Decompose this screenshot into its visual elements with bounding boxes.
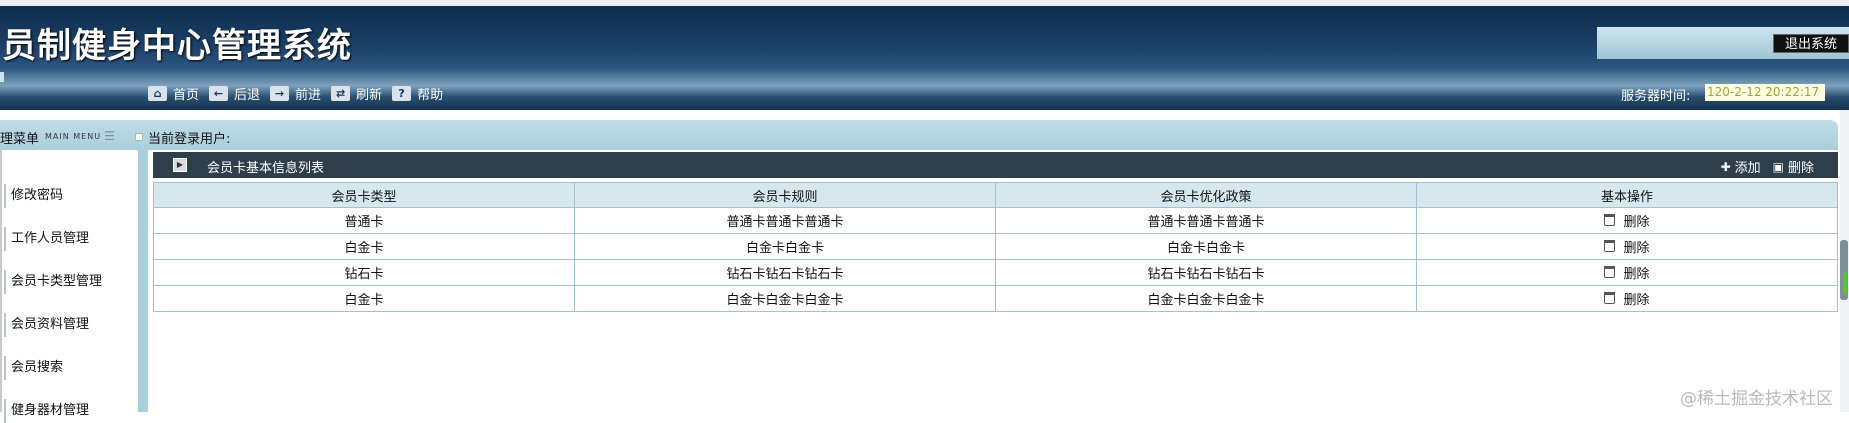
row-delete-label: 删除 — [1623, 214, 1650, 230]
table-row: 钻石卡 钻石卡钻石卡钻石卡 钻石卡钻石卡钻石卡 删除 — [153, 259, 1838, 286]
operation-cell: 删除 — [1416, 233, 1838, 260]
sidebar-item-equipment[interactable]: 健身器材管理 — [4, 399, 145, 423]
toolbar-refresh[interactable]: ⇄ 刷新 — [331, 84, 382, 103]
sidebar-item-member-profiles[interactable]: 会员资料管理 — [4, 313, 145, 337]
card-policy-cell: 白金卡白金卡白金卡 — [995, 285, 1417, 312]
row-delete-label: 删除 — [1623, 240, 1650, 256]
operation-cell: 删除 — [1416, 207, 1838, 234]
card-rule-cell: 钻石卡钻石卡钻石卡 — [574, 259, 996, 286]
sidebar-item-card-types[interactable]: 会员卡类型管理 — [4, 270, 145, 294]
sidebar-item-member-search[interactable]: 会员搜索 — [4, 356, 145, 380]
trash-icon — [1604, 292, 1616, 305]
column-header: 会员卡优化政策 — [995, 182, 1417, 208]
toolbar-forward[interactable]: → 前进 — [270, 84, 321, 103]
toolbar-home-label: 首页 — [173, 87, 200, 103]
current-user-label: 当前登录用户: — [148, 132, 231, 147]
sidebar-rail — [138, 150, 148, 412]
table-header-row: 会员卡类型 会员卡规则 会员卡优化政策 基本操作 — [153, 182, 1838, 208]
row-delete-button[interactable]: 删除 — [1604, 211, 1650, 230]
panel-actions: ✚ 添加 ▣ 删除 — [1720, 157, 1814, 177]
bullet-icon — [135, 133, 143, 141]
logout-button[interactable]: 退出系统 — [1773, 34, 1849, 53]
add-label: 添加 — [1734, 161, 1761, 176]
table-row: 白金卡 白金卡白金卡白金卡 白金卡白金卡白金卡 删除 — [153, 285, 1838, 312]
app-title: 员制健身中心管理系统 — [2, 26, 352, 66]
refresh-icon: ⇄ — [331, 85, 351, 101]
toolbar-home[interactable]: ⌂ 首页 — [148, 84, 199, 103]
toolbar-back[interactable]: ← 后退 — [209, 84, 260, 103]
card-policy-cell: 普通卡普通卡普通卡 — [995, 207, 1417, 234]
header-marker — [0, 72, 4, 82]
trash-icon — [1604, 214, 1616, 227]
menu-title-en: MAIN MENU — [45, 132, 102, 141]
card-types-table: 会员卡类型 会员卡规则 会员卡优化政策 基本操作 普通卡 普通卡普通卡普通卡 普… — [153, 182, 1838, 312]
delete-button[interactable]: ▣ 删除 — [1772, 157, 1814, 177]
card-type-cell: 白金卡 — [153, 233, 575, 260]
trash-icon — [1604, 240, 1616, 253]
delete-icon: ▣ — [1772, 159, 1784, 174]
toolbar-refresh-label: 刷新 — [356, 87, 383, 103]
top-line — [0, 0, 1849, 6]
toolbar-forward-label: 前进 — [295, 87, 322, 103]
watermark: @稀土掘金技术社区 — [1680, 389, 1833, 409]
add-button[interactable]: ✚ 添加 — [1720, 157, 1761, 177]
card-rule-cell: 白金卡白金卡 — [574, 233, 996, 260]
sidebar-item-change-password[interactable]: 修改密码 — [4, 184, 145, 208]
card-rule-cell: 白金卡白金卡白金卡 — [574, 285, 996, 312]
row-delete-button[interactable]: 删除 — [1604, 263, 1650, 282]
scrollbar-indicator — [1843, 273, 1847, 293]
toolbar-help-label: 帮助 — [417, 87, 444, 103]
column-header: 会员卡类型 — [153, 182, 575, 208]
toolbar-help[interactable]: ? 帮助 — [392, 84, 443, 103]
toolbar: ⌂ 首页 ← 后退 → 前进 ⇄ 刷新 ? 帮助 — [148, 84, 453, 103]
menu-toggle-icon[interactable]: ☰ — [104, 129, 115, 143]
table-row: 白金卡 白金卡白金卡 白金卡白金卡 删除 — [153, 233, 1838, 260]
server-time-value: 120-2-12 20:22:17 — [1705, 84, 1825, 101]
row-delete-button[interactable]: 删除 — [1604, 237, 1650, 256]
operation-cell: 删除 — [1416, 259, 1838, 286]
operation-cell: 删除 — [1416, 285, 1838, 312]
card-type-cell: 白金卡 — [153, 285, 575, 312]
menu-title: 理菜单 — [0, 132, 40, 147]
panel-icon: ▶ — [173, 158, 187, 172]
delete-label: 删除 — [1787, 161, 1814, 176]
row-delete-label: 删除 — [1623, 292, 1650, 308]
server-time-label: 服务器时间: — [1621, 89, 1691, 104]
card-type-cell: 普通卡 — [153, 207, 575, 234]
row-delete-button[interactable]: 删除 — [1604, 289, 1650, 308]
row-delete-label: 删除 — [1623, 266, 1650, 282]
table-row: 普通卡 普通卡普通卡普通卡 普通卡普通卡普通卡 删除 — [153, 207, 1838, 234]
app-header: 员制健身中心管理系统 退出系统 ⌂ 首页 ← 后退 → 前进 ⇄ 刷新 ? 帮助… — [0, 0, 1849, 110]
home-icon: ⌂ — [148, 85, 167, 101]
sidebar-item-staff[interactable]: 工作人员管理 — [4, 227, 145, 251]
card-type-cell: 钻石卡 — [153, 259, 575, 286]
forward-icon: → — [270, 85, 290, 101]
back-icon: ← — [209, 85, 229, 101]
column-header: 基本操作 — [1416, 182, 1838, 208]
help-icon: ? — [392, 85, 412, 101]
card-policy-cell: 钻石卡钻石卡钻石卡 — [995, 259, 1417, 286]
trash-icon — [1604, 266, 1616, 279]
sidebar: 修改密码 工作人员管理 会员卡类型管理 会员资料管理 会员搜索 健身器材管理 — [2, 150, 138, 423]
card-policy-cell: 白金卡白金卡 — [995, 233, 1417, 260]
panel-title: 会员卡基本信息列表 — [207, 161, 325, 176]
sub-bar — [0, 120, 1838, 150]
plus-icon: ✚ — [1720, 159, 1731, 174]
toolbar-back-label: 后退 — [234, 87, 261, 103]
card-rule-cell: 普通卡普通卡普通卡 — [574, 207, 996, 234]
panel-header: ▶ 会员卡基本信息列表 ✚ 添加 ▣ 删除 — [153, 152, 1838, 178]
column-header: 会员卡规则 — [574, 182, 996, 208]
